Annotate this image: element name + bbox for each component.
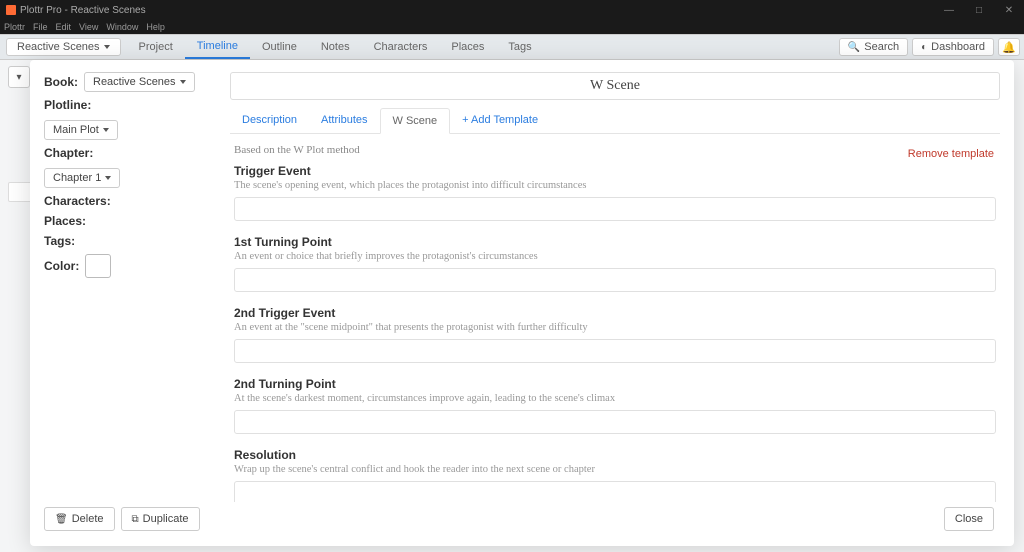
tab-description[interactable]: Description: [230, 108, 309, 133]
trash-icon: 🗑: [55, 514, 68, 525]
field-resolution: Resolution Wrap up the scene's central c…: [234, 448, 996, 502]
scene-title-input[interactable]: W Scene: [230, 72, 1000, 100]
book-dropdown[interactable]: Reactive Scenes: [84, 72, 195, 92]
template-method-note: Based on the W Plot method: [234, 144, 996, 156]
book-value: Reactive Scenes: [93, 76, 176, 88]
menu-file[interactable]: File: [33, 22, 48, 32]
field-title: 1st Turning Point: [234, 235, 996, 249]
field-title: Resolution: [234, 448, 996, 462]
duplicate-button[interactable]: ⧉ Duplicate: [121, 507, 200, 531]
book-label: Book:: [44, 75, 78, 89]
app-logo-icon: [6, 5, 16, 15]
file-dropdown-label: Reactive Scenes: [17, 41, 100, 53]
search-label: Search: [864, 41, 899, 53]
tab-wscene[interactable]: W Scene: [380, 108, 451, 134]
gauge-icon: ◐: [921, 42, 927, 53]
field-second-turning-point: 2nd Turning Point At the scene's darkest…: [234, 377, 996, 434]
chevron-down-icon: [105, 176, 111, 180]
chevron-down-icon: [104, 45, 110, 49]
close-label: Close: [955, 513, 983, 525]
nav-tags[interactable]: Tags: [496, 35, 543, 59]
window-maximize-button[interactable]: □: [964, 0, 994, 20]
field-trigger-event: Trigger Event The scene's opening event,…: [234, 164, 996, 221]
tab-attributes[interactable]: Attributes: [309, 108, 379, 133]
copy-icon: ⧉: [132, 514, 139, 525]
characters-label: Characters:: [44, 194, 230, 208]
nav-characters[interactable]: Characters: [362, 35, 440, 59]
resolution-input[interactable]: [234, 481, 996, 502]
filter-button[interactable]: ▾: [8, 66, 30, 88]
menu-plottr[interactable]: Plottr: [4, 22, 25, 32]
window-title: Plottr Pro - Reactive Scenes: [20, 5, 146, 16]
menu-edit[interactable]: Edit: [56, 22, 72, 32]
scene-sidebar: Book: Reactive Scenes Plotline: Main Plo…: [44, 72, 230, 502]
plotline-label: Plotline:: [44, 98, 230, 112]
remove-template-link[interactable]: Remove template: [908, 148, 994, 160]
delete-label: Delete: [72, 513, 104, 525]
close-button[interactable]: Close: [944, 507, 994, 531]
dashboard-button[interactable]: ◐ Dashboard: [912, 38, 994, 56]
field-desc: The scene's opening event, which places …: [234, 180, 996, 191]
tab-add-template[interactable]: + Add Template: [450, 108, 550, 133]
chapter-value: Chapter 1: [53, 172, 101, 184]
scene-edit-modal: Book: Reactive Scenes Plotline: Main Plo…: [30, 60, 1014, 546]
field-title: 2nd Trigger Event: [234, 306, 996, 320]
color-label: Color:: [44, 259, 79, 273]
search-icon: 🔍: [848, 42, 860, 53]
first-turning-point-input[interactable]: [234, 268, 996, 292]
modal-footer: 🗑 Delete ⧉ Duplicate Close: [30, 502, 1014, 546]
nav-notes[interactable]: Notes: [309, 35, 362, 59]
notifications-button[interactable]: 🔔: [998, 38, 1020, 56]
chevron-down-icon: [103, 128, 109, 132]
field-desc: An event or choice that briefly improves…: [234, 251, 996, 262]
second-turning-point-input[interactable]: [234, 410, 996, 434]
field-second-trigger-event: 2nd Trigger Event An event at the "scene…: [234, 306, 996, 363]
nav-outline[interactable]: Outline: [250, 35, 309, 59]
second-trigger-event-input[interactable]: [234, 339, 996, 363]
field-desc: At the scene's darkest moment, circumsta…: [234, 393, 996, 404]
app-menubar: Plottr File Edit View Window Help: [0, 20, 1024, 34]
menu-view[interactable]: View: [79, 22, 98, 32]
search-button[interactable]: 🔍 Search: [839, 38, 908, 56]
plotline-dropdown[interactable]: Main Plot: [44, 120, 118, 140]
bell-icon: 🔔: [1002, 41, 1016, 54]
delete-button[interactable]: 🗑 Delete: [44, 507, 115, 531]
template-tabs: Description Attributes W Scene + Add Tem…: [230, 108, 1000, 134]
nav-timeline[interactable]: Timeline: [185, 35, 250, 59]
plotline-value: Main Plot: [53, 124, 99, 136]
timeline-background: ▾ ⋮ Book: Reactive Scenes Plotline: Main…: [0, 60, 1024, 552]
nav-project[interactable]: Project: [127, 35, 185, 59]
duplicate-label: Duplicate: [143, 513, 189, 525]
field-desc: An event at the "scene midpoint" that pr…: [234, 322, 996, 333]
window-titlebar: Plottr Pro - Reactive Scenes — □ ✕: [0, 0, 1024, 20]
chevron-down-icon: [180, 80, 186, 84]
dashboard-label: Dashboard: [931, 41, 985, 53]
trigger-event-input[interactable]: [234, 197, 996, 221]
scene-title-text: W Scene: [590, 78, 640, 94]
field-desc: Wrap up the scene's central conflict and…: [234, 464, 996, 475]
field-title: 2nd Turning Point: [234, 377, 996, 391]
field-first-turning-point: 1st Turning Point An event or choice tha…: [234, 235, 996, 292]
window-minimize-button[interactable]: —: [934, 0, 964, 20]
places-label: Places:: [44, 214, 230, 228]
nav-places[interactable]: Places: [439, 35, 496, 59]
window-close-button[interactable]: ✕: [994, 0, 1024, 20]
file-dropdown[interactable]: Reactive Scenes: [6, 38, 121, 56]
main-toolbar: Reactive Scenes Project Timeline Outline…: [0, 34, 1024, 60]
color-swatch[interactable]: [85, 254, 111, 278]
menu-help[interactable]: Help: [146, 22, 165, 32]
menu-window[interactable]: Window: [106, 22, 138, 32]
nav-tabs: Project Timeline Outline Notes Character…: [127, 35, 544, 59]
field-title: Trigger Event: [234, 164, 996, 178]
scene-main-pane: W Scene Description Attributes W Scene +…: [230, 72, 1000, 502]
chapter-dropdown[interactable]: Chapter 1: [44, 168, 120, 188]
wscene-tab-content: Based on the W Plot method Remove templa…: [230, 134, 1000, 502]
tags-label: Tags:: [44, 234, 230, 248]
chapter-label: Chapter:: [44, 146, 230, 160]
